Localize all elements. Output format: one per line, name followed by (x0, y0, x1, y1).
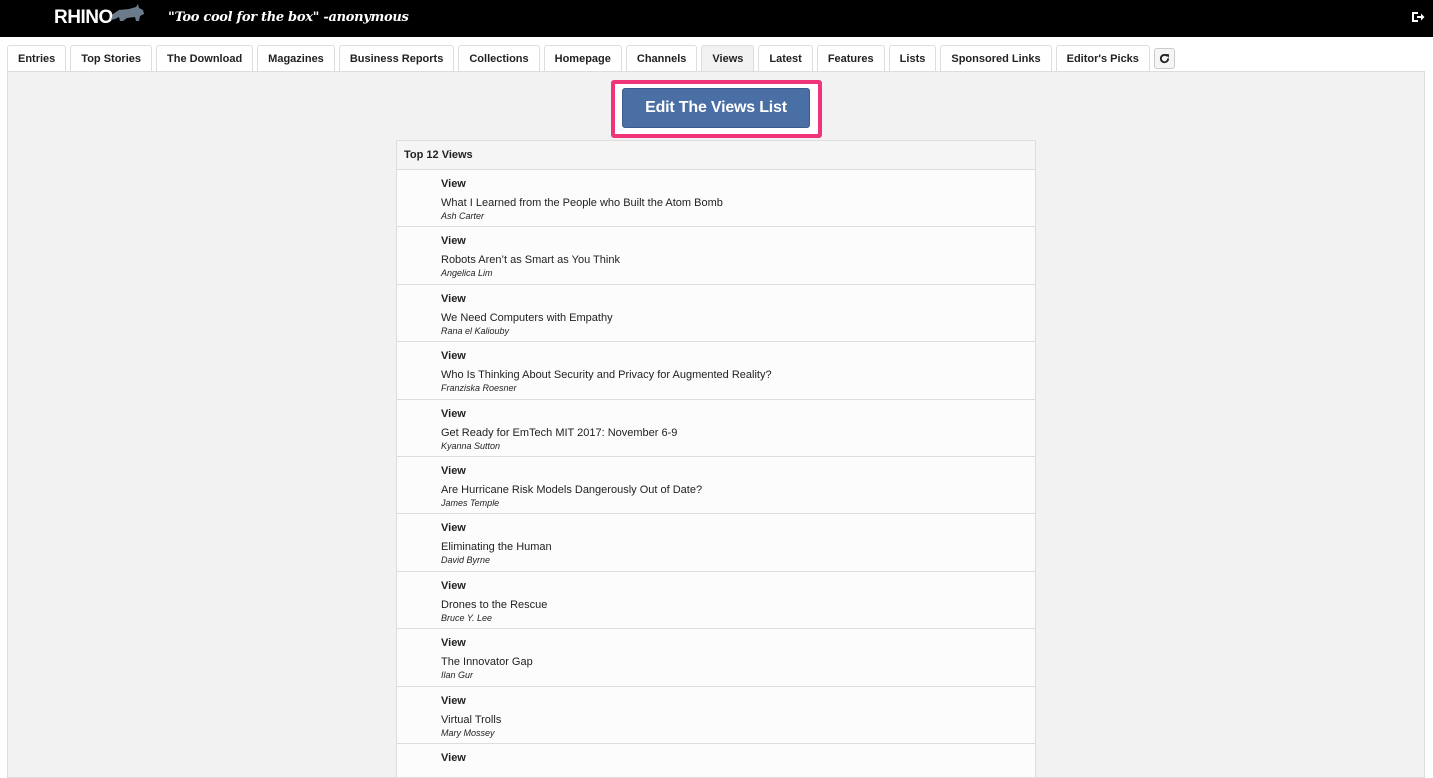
rhino-logo[interactable]: RHINO (54, 4, 145, 32)
tab-label: Views (712, 53, 744, 65)
item-type: View (441, 235, 466, 248)
tab-lists[interactable]: Lists (888, 45, 937, 72)
list-header: Top 12 Views (397, 141, 1035, 170)
list-item[interactable]: View Who Is Thinking About Security and … (397, 342, 1035, 400)
list-item[interactable]: View What I Learned from the People who … (397, 170, 1035, 228)
logo-text: RHINO (54, 7, 113, 28)
tab-entries[interactable]: Entries (7, 45, 67, 72)
item-title: Eliminating the Human (441, 541, 552, 554)
tab-label: Top Stories (81, 53, 141, 65)
item-type: View (441, 350, 466, 363)
list-item[interactable]: View We Need Computers with Empathy Rana… (397, 284, 1035, 343)
item-type: View (441, 579, 466, 592)
item-title: Are Hurricane Risk Models Dangerously Ou… (441, 483, 703, 496)
tab-bar: Entries Top Stories The Download Magazin… (7, 45, 1179, 72)
tab-homepage[interactable]: Homepage (543, 45, 622, 72)
item-author: Franziska Roesner (441, 383, 517, 394)
item-author: Angelica Lim (441, 268, 493, 279)
tab-magazines[interactable]: Magazines (257, 45, 335, 72)
list-item[interactable]: View Get Ready for EmTech MIT 2017: Nove… (397, 399, 1035, 457)
item-title: Who Is Thinking About Security and Priva… (441, 369, 772, 382)
tab-features[interactable]: Features (816, 45, 885, 72)
item-type: View (441, 522, 466, 535)
tab-editors-picks[interactable]: Editor's Picks (1055, 45, 1150, 72)
item-title: Virtual Trolls (441, 713, 502, 726)
tab-label: Latest (769, 53, 802, 65)
tab-views[interactable]: Views (701, 45, 755, 72)
rhino-icon (110, 4, 144, 21)
list-item[interactable]: View (397, 743, 1035, 777)
list-item[interactable]: View Are Hurricane Risk Models Dangerous… (397, 456, 1035, 515)
list-item[interactable]: View Eliminating the Human David Byrne (397, 514, 1035, 572)
tab-label: Business Reports (349, 53, 444, 65)
tab-label: Lists (899, 53, 926, 65)
item-type: View (441, 464, 466, 477)
item-title: Robots Aren’t as Smart as You Think (441, 254, 620, 267)
tab-top-stories[interactable]: Top Stories (70, 45, 152, 72)
tab-label: Features (827, 53, 874, 65)
item-author: Bruce Y. Lee (441, 612, 493, 623)
tab-latest[interactable]: Latest (758, 45, 813, 72)
list-item[interactable]: View Robots Aren’t as Smart as You Think… (397, 227, 1035, 285)
item-author: Mary Mossey (441, 727, 495, 738)
tab-label: Collections (469, 53, 529, 65)
item-title: Drones to the Rescue (441, 598, 548, 611)
item-title: The Innovator Gap (441, 656, 533, 669)
item-title: What I Learned from the People who Built… (441, 197, 723, 209)
item-type: View (441, 178, 466, 190)
tab-label: Entries (18, 53, 56, 65)
item-type: View (441, 292, 466, 305)
tab-label: Channels (636, 53, 687, 65)
tab-label: Editor's Picks (1066, 53, 1139, 65)
tab-business-reports[interactable]: Business Reports (338, 45, 455, 72)
item-type: View (441, 751, 466, 764)
tab-sponsored-links[interactable]: Sponsored Links (940, 45, 1052, 72)
refresh-icon (1159, 53, 1170, 64)
list-item[interactable]: View Drones to the Rescue Bruce Y. Lee (397, 571, 1035, 630)
edit-views-list-button[interactable]: Edit The Views List (622, 88, 810, 128)
item-title: Get Ready for EmTech MIT 2017: November … (441, 426, 678, 439)
refresh-button[interactable] (1153, 48, 1175, 69)
item-type: View (441, 407, 466, 420)
sign-out-icon[interactable] (1411, 10, 1425, 24)
top-views-list: Top 12 Views View What I Learned from th… (396, 140, 1036, 778)
item-type: View (441, 694, 466, 707)
item-author: James Temple (441, 497, 500, 508)
tab-channels[interactable]: Channels (625, 45, 698, 72)
item-type: View (441, 637, 466, 650)
tab-label: Homepage (554, 53, 611, 65)
top-bar: RHINO "Too cool for the box" -anonymous (0, 0, 1433, 37)
item-author: Ilan Gur (441, 670, 474, 681)
item-author: David Byrne (441, 555, 491, 566)
item-author: Kyanna Sutton (441, 440, 501, 451)
list-item[interactable]: View Virtual Trolls Mary Mossey (397, 686, 1035, 744)
tab-collections[interactable]: Collections (458, 45, 540, 72)
item-author: Rana el Kaliouby (441, 325, 510, 336)
tab-label: Sponsored Links (951, 53, 1041, 65)
item-title: We Need Computers with Empathy (441, 311, 613, 324)
item-author: Ash Carter (441, 211, 485, 221)
tab-label: The Download (167, 53, 243, 65)
tab-label: Magazines (268, 53, 324, 65)
tab-the-download[interactable]: The Download (156, 45, 254, 72)
list-item[interactable]: View The Innovator Gap Ilan Gur (397, 629, 1035, 687)
tagline: "Too cool for the box" -anonymous (168, 10, 409, 25)
